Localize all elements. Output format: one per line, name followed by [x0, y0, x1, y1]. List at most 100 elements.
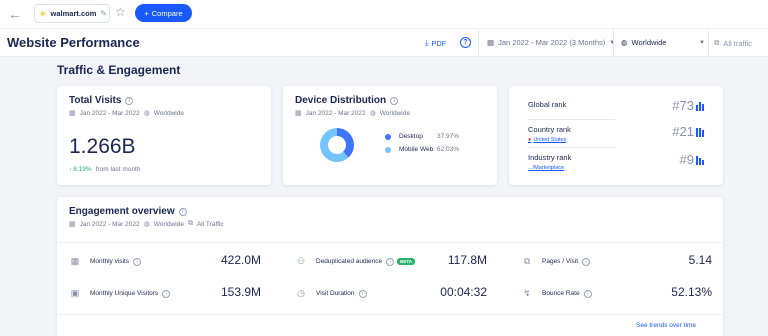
metric-deduplicated-audience: ⚇ Deduplicated audience i BETA: [295, 256, 416, 267]
compare-button[interactable]: + Compare: [135, 4, 192, 22]
info-icon[interactable]: i: [582, 257, 591, 266]
audience-icon: ⚇: [296, 256, 306, 266]
industry-rank-value: #9: [680, 152, 704, 167]
section-title: Traffic & Engagement: [57, 63, 181, 77]
rank-number: #9: [679, 152, 694, 167]
compare-label: Compare: [151, 8, 183, 18]
pdf-button[interactable]: ⤓ PDF: [425, 38, 446, 48]
info-icon[interactable]: i: [358, 289, 367, 298]
date-range-label: Jan 2022 - Mar 2022 (3 Months): [498, 38, 606, 47]
geo-label: Worldwide: [153, 220, 184, 228]
pdf-label: PDF: [431, 38, 447, 48]
divider: [528, 119, 615, 120]
star-icon[interactable]: ☆: [115, 5, 126, 19]
traffic-source-icon: ⧉: [187, 220, 193, 227]
info-icon[interactable]: i: [390, 96, 399, 105]
change-value: 8.19%: [73, 166, 92, 173]
metric-label: Deduplicated audience: [316, 258, 383, 265]
card-title: Device Distribution: [295, 95, 387, 106]
change-label: from last month: [95, 166, 141, 173]
pages-icon: ⧉: [523, 256, 531, 266]
bounce-icon: ↯: [523, 288, 531, 298]
total-visits-card: Total Visits i ▦ Jan 2022 - Mar 2022 ◍ W…: [57, 86, 271, 185]
traffic-label: All Traffic: [196, 220, 224, 228]
metric-visit-duration: ◷ Visit Duration i: [295, 288, 367, 299]
help-icon[interactable]: ?: [460, 37, 471, 48]
rank-bars-icon: [696, 155, 704, 165]
device-donut-chart: [320, 128, 354, 162]
geo-selector[interactable]: ◍ Worldwide ▼: [621, 38, 705, 47]
traffic-selector[interactable]: ⧉ All traffic: [714, 38, 752, 48]
calendar-icon: ▦: [295, 110, 302, 117]
arrow-up-icon: ↑: [69, 166, 73, 173]
date-range-selector[interactable]: ▦ Jan 2022 - Mar 2022 (3 Months) ▼: [487, 38, 615, 47]
rank-bars-icon: [696, 127, 704, 137]
info-icon[interactable]: i: [125, 96, 134, 105]
mobile-label: Mobile Web: [399, 146, 434, 153]
deduplicated-audience-value: 117.8M: [447, 253, 487, 267]
visit-duration-value: 00:04:32: [440, 285, 487, 299]
metric-label: Pages / Visit: [542, 258, 579, 265]
date-label: Jan 2022 - Mar 2022: [305, 109, 366, 117]
info-icon[interactable]: i: [178, 207, 187, 216]
monthly-visits-value: 422.0M: [220, 253, 261, 267]
beta-badge: BETA: [397, 258, 416, 265]
download-icon: ⤓: [425, 38, 429, 47]
calendar-icon: ▦: [487, 38, 495, 47]
info-icon[interactable]: i: [162, 289, 171, 298]
geo-label: Worldwide: [631, 38, 667, 47]
desktop-label: Desktop: [399, 133, 423, 140]
metric-label: Monthly visits: [90, 258, 130, 265]
date-label: Jan 2022 - Mar 2022: [79, 109, 140, 117]
date-label: Jan 2022 - Mar 2022: [79, 220, 140, 228]
rank-number: #73: [672, 98, 694, 113]
back-arrow-icon[interactable]: ←: [8, 6, 22, 22]
info-icon[interactable]: i: [386, 257, 395, 266]
mobile-dot: [385, 146, 391, 153]
top-bar: ← ✳ walmart.com ✎ ☆ + Compare: [0, 0, 768, 28]
info-icon[interactable]: i: [583, 289, 592, 298]
unique-visitors-value: 153.9M: [220, 285, 261, 299]
metric-label: Visit Duration: [316, 290, 355, 297]
mobile-pct: 62.03%: [437, 146, 460, 153]
geo-label: Worldwide: [379, 109, 410, 117]
geo-label: Worldwide: [153, 109, 184, 117]
divider: [57, 314, 723, 315]
rank-label: Industry rank: [528, 153, 572, 162]
page-header: Website Performance ⤓ PDF ? ▦ Jan 2022 -…: [0, 28, 768, 57]
card-title: Engagement overview: [69, 206, 175, 217]
globe-icon: ◍: [621, 38, 628, 47]
desktop-pct: 37.97%: [437, 133, 460, 140]
calendar-icon: ▦: [70, 256, 80, 266]
device-distribution-card: Device Distribution i ▦ Jan 2022 - Mar 2…: [283, 86, 497, 185]
globe-icon: ◍: [143, 221, 150, 228]
divider: [478, 30, 479, 56]
see-trends-link[interactable]: See trends over time: [636, 322, 696, 329]
chevron-down-icon: ▼: [699, 39, 705, 46]
walmart-logo-icon: ✳: [39, 8, 47, 19]
legend-mobile: Mobile Web 62.03%: [385, 146, 459, 153]
user-card-icon: ▣: [70, 288, 80, 298]
country-rank-row: Country rank ● United States #21: [528, 124, 704, 143]
metric-bounce-rate: ↯ Bounce Rate i: [521, 288, 592, 299]
rank-card: Global rank #73 Country rank ● United St…: [509, 86, 723, 185]
traffic-label: All traffic: [723, 38, 752, 48]
metric-unique-visitors: ▣ Monthly Unique Visitors i: [69, 288, 171, 299]
metric-monthly-visits: ▦ Monthly visits i: [69, 256, 142, 267]
divider: [57, 242, 723, 243]
rank-number: #21: [672, 124, 694, 139]
global-rank-value: #73: [672, 98, 704, 113]
edit-icon[interactable]: ✎: [100, 9, 107, 18]
clock-icon: ◷: [297, 288, 305, 298]
rank-bars-icon: [696, 101, 704, 111]
global-rank-row: Global rank #73: [528, 98, 704, 113]
info-icon[interactable]: i: [133, 257, 142, 266]
domain-chip[interactable]: ✳ walmart.com ✎: [34, 4, 110, 23]
country-rank-value: #21: [672, 124, 704, 139]
industry-link[interactable]: .../Marketplace: [528, 165, 704, 171]
metric-pages-per-visit: ⧉ Pages / Visit i: [521, 256, 591, 267]
legend-desktop: Desktop 37.97%: [385, 133, 459, 140]
page-title: Website Performance: [7, 35, 140, 50]
metric-label: Monthly Unique Visitors: [90, 290, 159, 297]
country-sub-label: United States: [533, 137, 567, 143]
